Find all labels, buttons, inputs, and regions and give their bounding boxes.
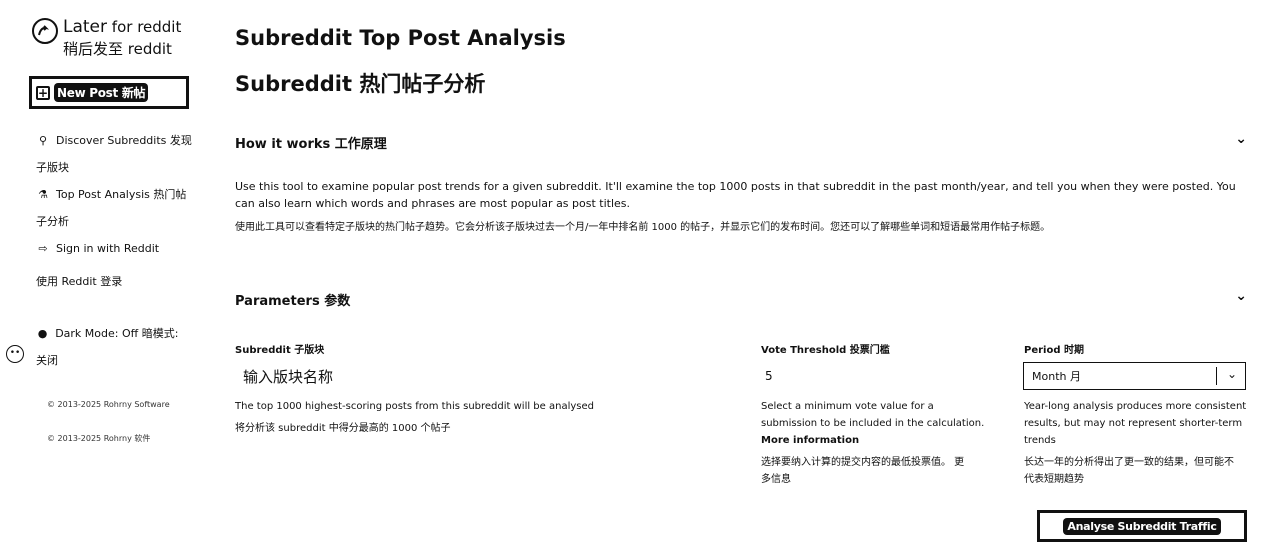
page-title: Subreddit Top Post Analysis [235, 26, 566, 50]
nav-label: Discover Subreddits 发现 [56, 134, 192, 147]
nav-label: Top Post Analysis 热门帖 [56, 188, 187, 201]
nav-label-cont: 子版块 [36, 161, 69, 174]
nav-discover-subreddits[interactable]: ⚲ Discover Subreddits 发现 子版块 [36, 127, 216, 181]
period-help-cn: 长达一年的分析得出了更一致的结果，但可能不 代表短期趋势 [1024, 454, 1254, 488]
footer-copyright-cn: © 2013-2025 Rohrny 软件 [47, 434, 151, 443]
footer-copyright-en: © 2013-2025 Rohrny Software [47, 400, 170, 409]
vote-help-line1: Select a minimum vote value for a [761, 401, 934, 412]
how-it-works-heading[interactable]: How it works 工作原理 [235, 133, 387, 152]
app-logo[interactable]: Later for reddit 稍后发至 reddit [32, 16, 181, 60]
vote-threshold-label: Vote Threshold 投票门槛 [761, 345, 890, 356]
period-help: Year-long analysis produces more consist… [1024, 398, 1254, 449]
chevron-down-icon: ⌄ [1226, 367, 1237, 381]
nav-label-cont: 使用 Reddit 登录 [36, 275, 123, 288]
subreddit-input[interactable] [235, 362, 735, 392]
analyse-subreddit-button[interactable]: Analyse Subreddit Traffic [1037, 510, 1247, 542]
nav-top-post-analysis[interactable]: ⚗ Top Post Analysis 热门帖 子分析 [36, 181, 216, 235]
more-information-link[interactable]: More information [761, 432, 991, 449]
page-title-cn: Subreddit 热门帖子分析 [235, 72, 486, 96]
parameters-heading[interactable]: Parameters 参数 [235, 290, 350, 309]
how-it-works-desc: Use this tool to examine popular post tr… [235, 180, 1236, 210]
vote-help-cn-line1: 选择要纳入计算的提交内容的最低投票值。 更 [761, 457, 965, 468]
period-help-cn-line2: 代表短期趋势 [1024, 474, 1084, 485]
nav-label: Sign in with Reddit [56, 242, 160, 255]
subreddit-label: Subreddit 子版块 [235, 345, 325, 356]
new-post-label: New Post 新帖 [54, 83, 149, 102]
dark-mode-label: Dark Mode: Off 暗模式: [55, 327, 179, 340]
smiley-icon[interactable]: •• [6, 345, 24, 363]
vote-help-cn-line2[interactable]: 多信息 [761, 471, 991, 488]
period-help-cn-line1: 长达一年的分析得出了更一致的结果，但可能不 [1024, 457, 1234, 468]
nav-sign-in[interactable]: ⇨ Sign in with Reddit 使用 Reddit 登录 [36, 235, 216, 295]
chevron-down-icon[interactable]: ⌄ [1235, 131, 1247, 147]
logo-text-en: Later [63, 17, 108, 37]
period-select[interactable]: Month 月 ⌄ [1023, 362, 1246, 390]
logo-text-cn: 稍后发至 reddit [63, 40, 172, 58]
dark-mode-label-cont: 关闭 [36, 354, 58, 367]
period-help-line1: Year-long analysis produces more consist… [1024, 401, 1247, 412]
dark-mode-toggle[interactable]: ● Dark Mode: Off 暗模式: 关闭 [36, 320, 206, 374]
analyse-button-label: Analyse Subreddit Traffic [1063, 517, 1221, 535]
search-icon: ⚲ [38, 134, 48, 147]
vote-threshold-input[interactable] [761, 362, 981, 390]
subreddit-help: The top 1000 highest-scoring posts from … [235, 401, 594, 412]
lightbulb-icon: ● [37, 327, 48, 340]
vote-threshold-help: Select a minimum vote value for a submis… [761, 398, 991, 449]
select-divider [1216, 367, 1217, 385]
period-selected: Month 月 [1032, 370, 1081, 383]
sidebar: Later for reddit 稍后发至 reddit + New Post … [0, 0, 210, 560]
period-help-line3: trends [1024, 435, 1056, 446]
period-help-line2: results, but may not represent shorter-t… [1024, 418, 1243, 429]
period-label: Period 时期 [1024, 345, 1084, 356]
main-content: Subreddit Top Post Analysis Subreddit 热门… [235, 0, 1255, 560]
flask-icon: ⚗ [38, 188, 48, 201]
logo-text-en2: for reddit [111, 18, 182, 36]
chevron-down-icon[interactable]: ⌄ [1235, 288, 1247, 304]
new-post-button[interactable]: + New Post 新帖 [29, 76, 189, 109]
nav-label-cont: 子分析 [36, 215, 69, 228]
subreddit-help-cn: 将分析该 subreddit 中得分最高的 1000 个帖子 [235, 423, 451, 434]
logo-icon [32, 18, 58, 44]
how-it-works-desc-cn: 使用此工具可以查看特定子版块的热门帖子趋势。它会分析该子版块过去一个月/一年中排… [235, 222, 1051, 233]
plus-square-icon: + [36, 85, 50, 100]
vote-help-line2: submission to be included in the calcula… [761, 418, 985, 429]
sign-in-icon: ⇨ [38, 242, 48, 255]
vote-threshold-help-cn: 选择要纳入计算的提交内容的最低投票值。 更 多信息 [761, 454, 991, 488]
